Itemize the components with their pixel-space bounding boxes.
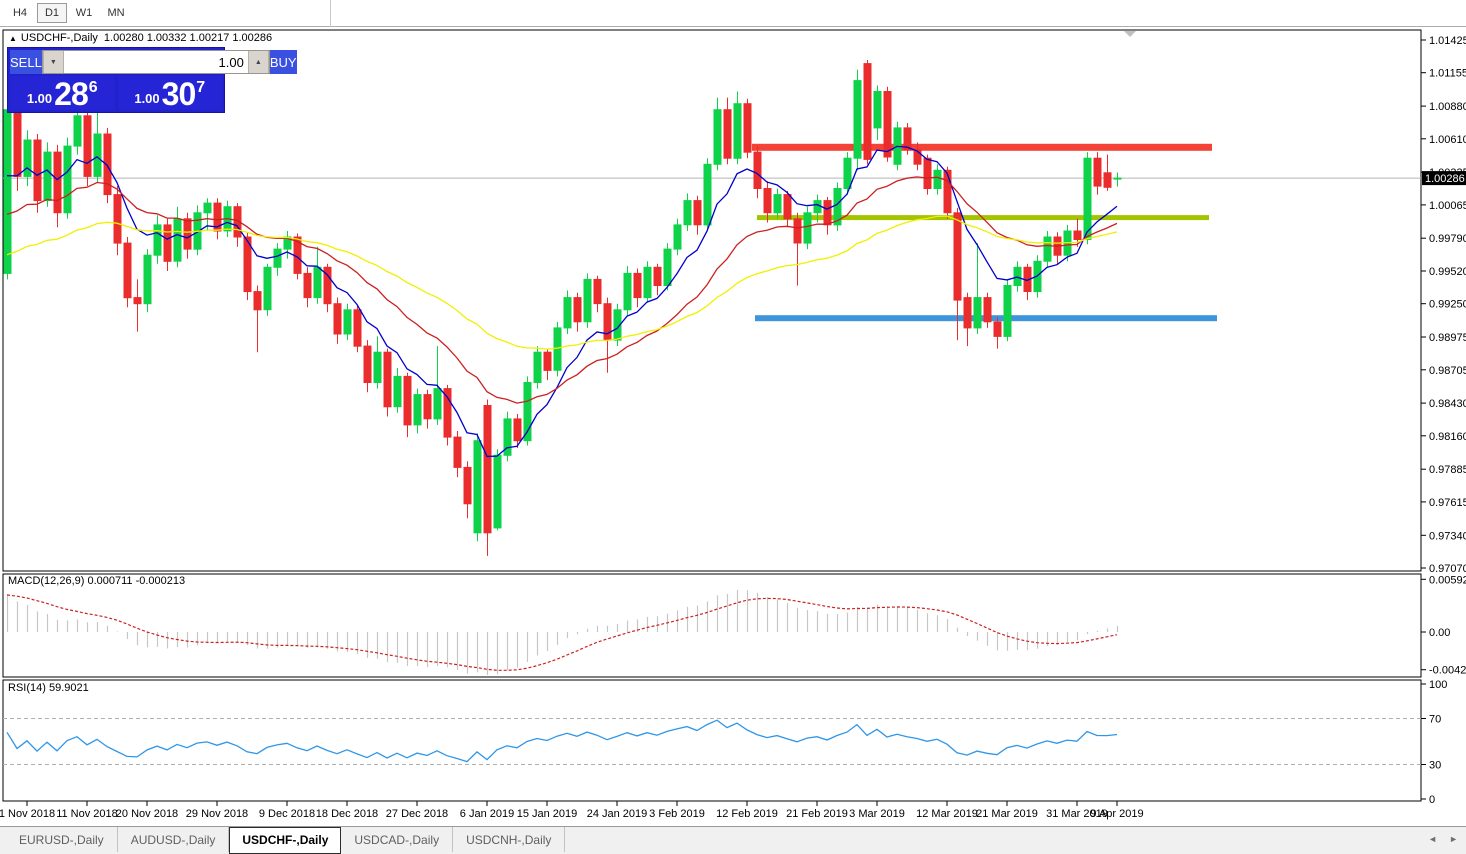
price-axis: 1.014251.011551.008801.006101.003351.000… [1421,35,1466,806]
buy-price-prefix: 1.00 [134,91,159,106]
collapse-arrow-icon: ▲ [9,34,17,43]
svg-text:9 Apr 2019: 9 Apr 2019 [1090,808,1143,820]
buy-price-big: 30 [162,79,196,109]
svg-text:21 Feb 2019: 21 Feb 2019 [786,808,848,820]
svg-text:1.00880: 1.00880 [1429,101,1466,113]
svg-text:0.97615: 0.97615 [1429,497,1466,509]
svg-text:1 Nov 2018: 1 Nov 2018 [0,808,55,820]
svg-text:24 Jan 2019: 24 Jan 2019 [587,808,648,820]
svg-text:0.97340: 0.97340 [1429,530,1466,542]
svg-text:100: 100 [1429,679,1447,691]
svg-text:30: 30 [1429,760,1441,772]
svg-text:1.00065: 1.00065 [1429,200,1466,212]
chart-tab-bar: EURUSD-,Daily AUDUSD-,Daily USDCHF-,Dail… [0,826,1466,854]
svg-text:11 Nov 2018: 11 Nov 2018 [56,808,118,820]
timeframe-toolbar: H4 D1 W1 MN [0,0,1466,27]
tab-usdchf-daily[interactable]: USDCHF-,Daily [229,827,341,854]
svg-text:29 Nov 2018: 29 Nov 2018 [186,808,248,820]
toolbar-separator [330,0,331,27]
svg-text:9 Dec 2018: 9 Dec 2018 [259,808,315,820]
svg-text:21 Mar 2019: 21 Mar 2019 [976,808,1038,820]
timeframe-h4-button[interactable]: H4 [5,3,35,23]
chart-ohlc-values: 1.00280 1.00332 1.00217 1.00286 [104,32,272,44]
sell-button[interactable]: SELL [10,50,42,74]
volume-stepper: ▼ ▲ [42,50,270,74]
price-chart-svg[interactable]: 1.014251.011551.008801.006101.003351.000… [0,28,1466,826]
svg-text:1.00610: 1.00610 [1429,134,1466,146]
mt4-terminal-window: { "toolbar": { "timeframes": [ {"label":… [0,0,1466,854]
svg-text:1.01425: 1.01425 [1429,35,1466,47]
tab-scroll-right-icon[interactable]: ► [1449,834,1458,844]
svg-text:0.00: 0.00 [1429,627,1450,639]
macd-indicator-label: MACD(12,26,9) 0.000711 -0.000213 [8,575,185,587]
resistance-band [752,144,1212,151]
buy-price-panel[interactable]: 1.00 30 7 [118,76,223,110]
timeframe-w1-button[interactable]: W1 [69,3,99,23]
sell-price-prefix: 1.00 [27,91,52,106]
rsi-indicator-label: RSI(14) 59.9021 [8,682,89,694]
tab-eurusd-daily[interactable]: EURUSD-,Daily [6,827,118,852]
svg-text:0.99790: 0.99790 [1429,233,1466,245]
svg-text:70: 70 [1429,714,1441,726]
sell-price-big: 28 [54,79,88,109]
svg-text:0.98705: 0.98705 [1429,365,1466,377]
date-axis: 1 Nov 201811 Nov 201820 Nov 2018 29 Nov 2… [0,801,1144,820]
svg-text:0.97070: 0.97070 [1429,563,1466,575]
timeframe-mn-button[interactable]: MN [101,3,131,23]
svg-text:0.99250: 0.99250 [1429,299,1466,311]
svg-text:6 Jan 2019: 6 Jan 2019 [460,808,514,820]
one-click-trading-widget: SELL ▼ ▲ BUY 1.00 28 6 1.00 30 7 [7,47,225,113]
svg-text:18 Dec 2018: 18 Dec 2018 [316,808,378,820]
svg-text:1.00286: 1.00286 [1425,173,1465,185]
volume-increase-button[interactable]: ▲ [248,51,269,73]
svg-text:0.98430: 0.98430 [1429,398,1466,410]
chart-symbol-label: USDCHF-,Daily [21,32,98,44]
tab-scroll-left-icon[interactable]: ◄ [1428,834,1437,844]
svg-text:0.99520: 0.99520 [1429,266,1466,278]
svg-text:-0.004241: -0.004241 [1429,665,1466,677]
volume-input[interactable] [64,51,248,73]
svg-text:12 Mar 2019: 12 Mar 2019 [916,808,978,820]
svg-text:15 Jan 2019: 15 Jan 2019 [517,808,578,820]
chart-ohlc-readout: ▲ USDCHF-,Daily 1.00280 1.00332 1.00217 1.… [9,32,272,44]
buy-button[interactable]: BUY [270,50,297,74]
svg-text:0.98160: 0.98160 [1429,431,1466,443]
timeframe-d1-button[interactable]: D1 [37,3,67,23]
chart-area[interactable]: 1.014251.011551.008801.006101.003351.000… [0,28,1466,826]
svg-text:0.97885: 0.97885 [1429,464,1466,476]
svg-text:3 Mar 2019: 3 Mar 2019 [849,808,905,820]
svg-text:12 Feb 2019: 12 Feb 2019 [716,808,778,820]
sell-price-pip: 6 [89,79,98,97]
buy-price-pip: 7 [196,79,205,97]
svg-text:0: 0 [1429,794,1435,806]
svg-text:1.01155: 1.01155 [1429,68,1466,80]
tab-usdcad-daily[interactable]: USDCAD-,Daily [341,827,453,852]
tab-scrollers: ◄ ► [1428,834,1458,844]
svg-text:20 Nov 2018: 20 Nov 2018 [116,808,178,820]
tab-audusd-daily[interactable]: AUDUSD-,Daily [118,827,230,852]
sell-price-panel[interactable]: 1.00 28 6 [10,76,115,110]
volume-decrease-button[interactable]: ▼ [43,51,64,73]
tab-usdcnh-daily[interactable]: USDCNH-,Daily [453,827,565,852]
svg-text:0.005926: 0.005926 [1429,574,1466,586]
bid-price-label: 1.00286 [1422,171,1466,185]
svg-text:27 Dec 2018: 27 Dec 2018 [386,808,448,820]
svg-text:3 Feb 2019: 3 Feb 2019 [649,808,705,820]
svg-text:0.98975: 0.98975 [1429,332,1466,344]
